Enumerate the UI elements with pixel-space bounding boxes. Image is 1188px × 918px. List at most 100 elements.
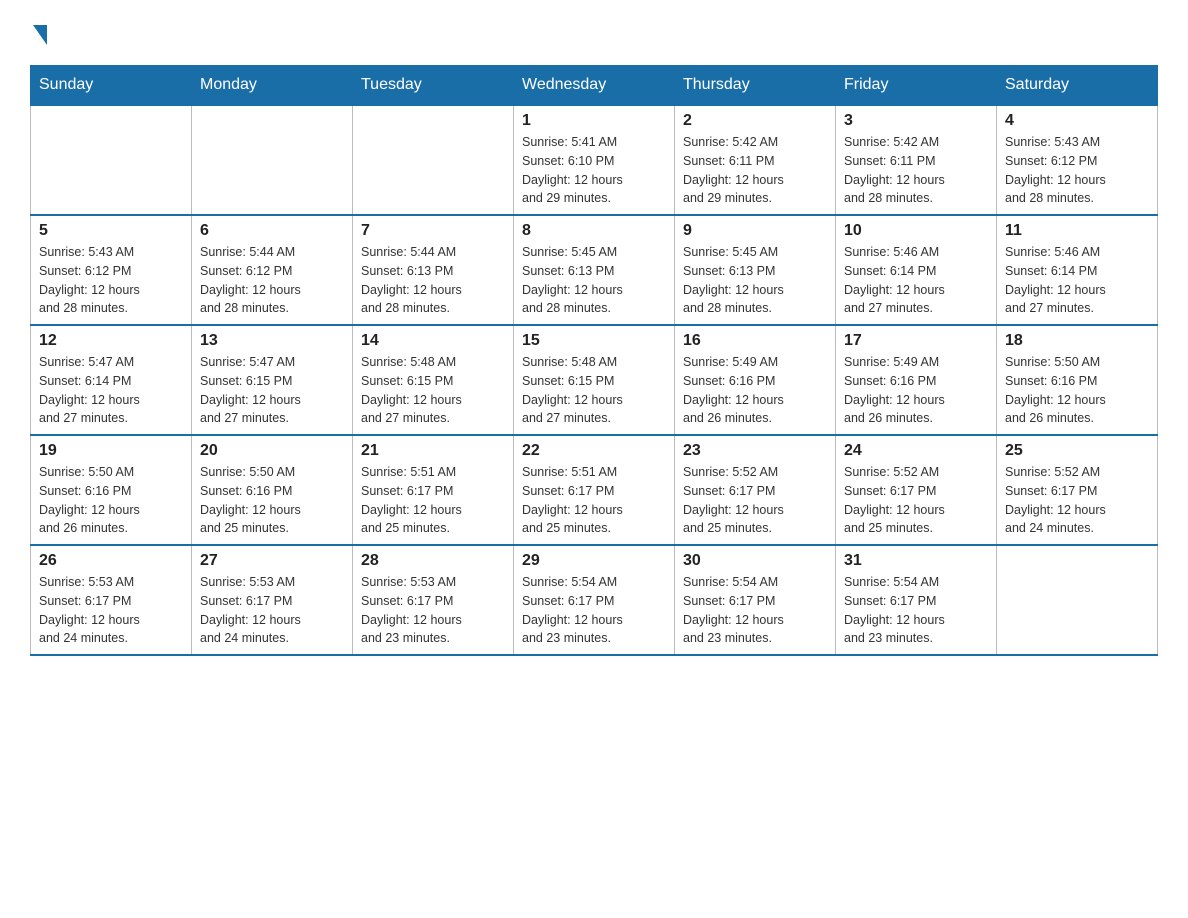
day-info: Sunrise: 5:43 AM Sunset: 6:12 PM Dayligh…: [39, 243, 183, 318]
calendar-cell: 21 Sunrise: 5:51 AM Sunset: 6:17 PM Dayli…: [353, 435, 514, 545]
day-info: Sunrise: 5:48 AM Sunset: 6:15 PM Dayligh…: [361, 353, 505, 428]
calendar-cell: [31, 105, 192, 215]
day-number: 1: [522, 112, 666, 130]
day-info: Sunrise: 5:54 AM Sunset: 6:17 PM Dayligh…: [683, 573, 827, 648]
calendar-cell: 19Sunrise: 5:50 AM Sunset: 6:16 PM Dayli…: [31, 435, 192, 545]
day-info: Sunrise: 5:54 AM Sunset: 6:17 PM Dayligh…: [844, 573, 988, 648]
calendar-cell: 30 Sunrise: 5:54 AM Sunset: 6:17 PM Dayli…: [675, 545, 836, 655]
day-info: Sunrise: 5:44 AM Sunset: 6:13 PM Dayligh…: [361, 243, 505, 318]
day-info: Sunrise: 5:53 AM Sunset: 6:17 PM Dayligh…: [39, 573, 183, 648]
calendar-cell: 17 Sunrise: 5:49 AM Sunset: 6:16 PM Dayli…: [836, 325, 997, 435]
calendar-week-row: 1 Sunrise: 5:41 AM Sunset: 6:10 PM Daylig…: [31, 105, 1158, 215]
day-number: 15: [522, 332, 666, 350]
day-info: Sunrise: 5:54 AM Sunset: 6:17 PM Dayligh…: [522, 573, 666, 648]
calendar-cell: 3 Sunrise: 5:42 AM Sunset: 6:11 PM Daylig…: [836, 105, 997, 215]
day-number: 9: [683, 222, 827, 240]
day-header-tuesday: Tuesday: [353, 66, 514, 106]
day-info: Sunrise: 5:50 AM Sunset: 6:16 PM Dayligh…: [1005, 353, 1149, 428]
day-info: Sunrise: 5:42 AM Sunset: 6:11 PM Dayligh…: [683, 133, 827, 208]
day-info: Sunrise: 5:49 AM Sunset: 6:16 PM Dayligh…: [844, 353, 988, 428]
calendar-week-row: 5Sunrise: 5:43 AM Sunset: 6:12 PM Daylig…: [31, 215, 1158, 325]
calendar-header-row: SundayMondayTuesdayWednesdayThursdayFrid…: [31, 66, 1158, 106]
calendar-cell: 26 Sunrise: 5:53 AM Sunset: 6:17 PM Dayli…: [31, 545, 192, 655]
day-info: Sunrise: 5:50 AM Sunset: 6:16 PM Dayligh…: [200, 463, 344, 538]
day-header-saturday: Saturday: [997, 66, 1158, 106]
day-info: Sunrise: 5:52 AM Sunset: 6:17 PM Dayligh…: [1005, 463, 1149, 538]
calendar-cell: 25 Sunrise: 5:52 AM Sunset: 6:17 PM Dayli…: [997, 435, 1158, 545]
day-number: 4: [1005, 112, 1149, 130]
calendar-cell: 22 Sunrise: 5:51 AM Sunset: 6:17 PM Dayli…: [514, 435, 675, 545]
calendar-cell: 27 Sunrise: 5:53 AM Sunset: 6:17 PM Dayli…: [192, 545, 353, 655]
day-number: 23: [683, 442, 827, 460]
day-number: 29: [522, 552, 666, 570]
day-number: 2: [683, 112, 827, 130]
day-number: 13: [200, 332, 344, 350]
calendar-cell: [997, 545, 1158, 655]
day-header-sunday: Sunday: [31, 66, 192, 106]
day-number: 7: [361, 222, 505, 240]
day-number: 12: [39, 332, 183, 350]
day-number: 25: [1005, 442, 1149, 460]
calendar-table: SundayMondayTuesdayWednesdayThursdayFrid…: [30, 65, 1158, 656]
day-info: Sunrise: 5:51 AM Sunset: 6:17 PM Dayligh…: [522, 463, 666, 538]
day-number: 11: [1005, 222, 1149, 240]
calendar-cell: 7 Sunrise: 5:44 AM Sunset: 6:13 PM Daylig…: [353, 215, 514, 325]
day-info: Sunrise: 5:53 AM Sunset: 6:17 PM Dayligh…: [200, 573, 344, 648]
calendar-cell: 31 Sunrise: 5:54 AM Sunset: 6:17 PM Dayli…: [836, 545, 997, 655]
day-info: Sunrise: 5:53 AM Sunset: 6:17 PM Dayligh…: [361, 573, 505, 648]
day-number: 17: [844, 332, 988, 350]
calendar-cell: 9 Sunrise: 5:45 AM Sunset: 6:13 PM Daylig…: [675, 215, 836, 325]
day-info: Sunrise: 5:42 AM Sunset: 6:11 PM Dayligh…: [844, 133, 988, 208]
day-number: 31: [844, 552, 988, 570]
day-number: 14: [361, 332, 505, 350]
day-info: Sunrise: 5:48 AM Sunset: 6:15 PM Dayligh…: [522, 353, 666, 428]
calendar-cell: 2 Sunrise: 5:42 AM Sunset: 6:11 PM Daylig…: [675, 105, 836, 215]
day-number: 26: [39, 552, 183, 570]
calendar-cell: 18 Sunrise: 5:50 AM Sunset: 6:16 PM Dayli…: [997, 325, 1158, 435]
calendar-cell: 20Sunrise: 5:50 AM Sunset: 6:16 PM Dayli…: [192, 435, 353, 545]
calendar-cell: [192, 105, 353, 215]
calendar-cell: 11 Sunrise: 5:46 AM Sunset: 6:14 PM Dayli…: [997, 215, 1158, 325]
day-number: 21: [361, 442, 505, 460]
day-info: Sunrise: 5:46 AM Sunset: 6:14 PM Dayligh…: [844, 243, 988, 318]
day-header-monday: Monday: [192, 66, 353, 106]
day-info: Sunrise: 5:47 AM Sunset: 6:15 PM Dayligh…: [200, 353, 344, 428]
calendar-cell: 8Sunrise: 5:45 AM Sunset: 6:13 PM Daylig…: [514, 215, 675, 325]
calendar-cell: 12 Sunrise: 5:47 AM Sunset: 6:14 PM Dayli…: [31, 325, 192, 435]
day-info: Sunrise: 5:46 AM Sunset: 6:14 PM Dayligh…: [1005, 243, 1149, 318]
day-info: Sunrise: 5:41 AM Sunset: 6:10 PM Dayligh…: [522, 133, 666, 208]
calendar-cell: 23Sunrise: 5:52 AM Sunset: 6:17 PM Dayli…: [675, 435, 836, 545]
day-number: 30: [683, 552, 827, 570]
calendar-cell: 10Sunrise: 5:46 AM Sunset: 6:14 PM Dayli…: [836, 215, 997, 325]
day-info: Sunrise: 5:49 AM Sunset: 6:16 PM Dayligh…: [683, 353, 827, 428]
calendar-week-row: 19 Sunrise: 5:50 AM Sunset: 6:16 PM Dayli…: [31, 435, 1158, 545]
calendar-cell: 15 Sunrise: 5:48 AM Sunset: 6:15 PM Dayli…: [514, 325, 675, 435]
calendar-cell: 29 Sunrise: 5:54 AM Sunset: 6:17 PM Dayli…: [514, 545, 675, 655]
day-info: Sunrise: 5:45 AM Sunset: 6:13 PM Dayligh…: [522, 243, 666, 318]
day-number: 3: [844, 112, 988, 130]
logo-arrow-icon: [33, 25, 47, 45]
day-number: 18: [1005, 332, 1149, 350]
day-number: 19: [39, 442, 183, 460]
calendar-cell: 24 Sunrise: 5:52 AM Sunset: 6:17 PM Dayli…: [836, 435, 997, 545]
day-info: Sunrise: 5:51 AM Sunset: 6:17 PM Dayligh…: [361, 463, 505, 538]
calendar-cell: [353, 105, 514, 215]
day-number: 24: [844, 442, 988, 460]
day-info: Sunrise: 5:43 AM Sunset: 6:12 PM Dayligh…: [1005, 133, 1149, 208]
day-info: Sunrise: 5:47 AM Sunset: 6:14 PM Dayligh…: [39, 353, 183, 428]
calendar-cell: 28 Sunrise: 5:53 AM Sunset: 6:17 PM Dayli…: [353, 545, 514, 655]
day-number: 27: [200, 552, 344, 570]
day-header-friday: Friday: [836, 66, 997, 106]
day-number: 16: [683, 332, 827, 350]
calendar-cell: 14 Sunrise: 5:48 AM Sunset: 6:15 PM Dayli…: [353, 325, 514, 435]
day-number: 28: [361, 552, 505, 570]
day-info: Sunrise: 5:45 AM Sunset: 6:13 PM Dayligh…: [683, 243, 827, 318]
day-info: Sunrise: 5:52 AM Sunset: 6:17 PM Dayligh…: [844, 463, 988, 538]
calendar-week-row: 12 Sunrise: 5:47 AM Sunset: 6:14 PM Dayli…: [31, 325, 1158, 435]
day-number: 22: [522, 442, 666, 460]
logo-top: [30, 20, 47, 45]
day-number: 6: [200, 222, 344, 240]
calendar-cell: 1 Sunrise: 5:41 AM Sunset: 6:10 PM Daylig…: [514, 105, 675, 215]
calendar-cell: 5Sunrise: 5:43 AM Sunset: 6:12 PM Daylig…: [31, 215, 192, 325]
calendar-cell: 13 Sunrise: 5:47 AM Sunset: 6:15 PM Dayli…: [192, 325, 353, 435]
